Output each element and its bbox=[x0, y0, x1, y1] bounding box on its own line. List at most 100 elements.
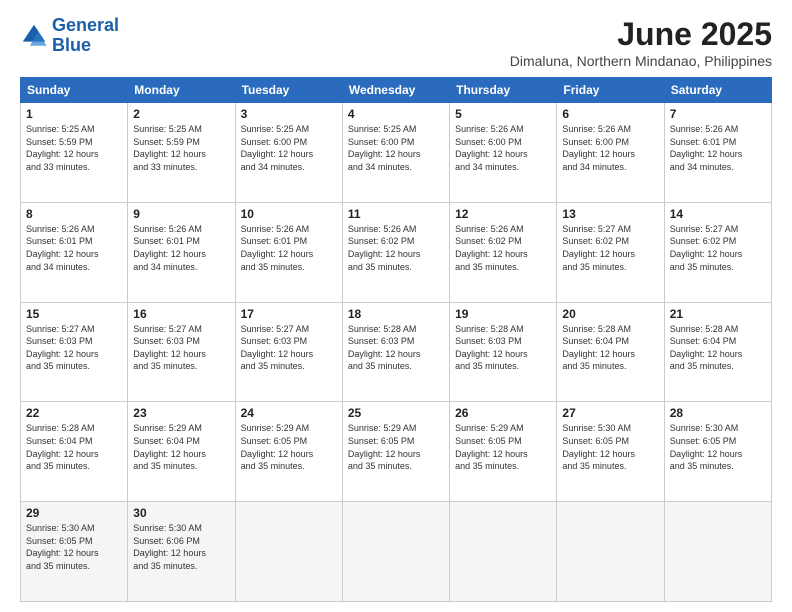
sunset-text: Sunset: 6:01 PM bbox=[26, 236, 93, 246]
calendar-title: June 2025 bbox=[510, 16, 772, 53]
sunrise-text: Sunrise: 5:29 AM bbox=[241, 423, 310, 433]
sunrise-text: Sunrise: 5:26 AM bbox=[241, 224, 310, 234]
day-detail: Sunrise: 5:27 AM Sunset: 6:03 PM Dayligh… bbox=[241, 323, 337, 373]
sunset-text: Sunset: 6:05 PM bbox=[670, 436, 737, 446]
sunrise-text: Sunrise: 5:28 AM bbox=[348, 324, 417, 334]
daylight-minutes: and 35 minutes. bbox=[670, 262, 734, 272]
sunrise-text: Sunrise: 5:26 AM bbox=[348, 224, 417, 234]
table-row: 25 Sunrise: 5:29 AM Sunset: 6:05 PM Dayl… bbox=[342, 402, 449, 502]
page: General Blue June 2025 Dimaluna, Norther… bbox=[0, 0, 792, 612]
table-row: 22 Sunrise: 5:28 AM Sunset: 6:04 PM Dayl… bbox=[21, 402, 128, 502]
day-number: 22 bbox=[26, 406, 122, 420]
daylight-text: Daylight: 12 hours bbox=[133, 548, 206, 558]
sunset-text: Sunset: 6:01 PM bbox=[670, 137, 737, 147]
daylight-text: Daylight: 12 hours bbox=[241, 149, 314, 159]
daylight-minutes: and 35 minutes. bbox=[670, 361, 734, 371]
day-number: 12 bbox=[455, 207, 551, 221]
sunset-text: Sunset: 6:02 PM bbox=[348, 236, 415, 246]
table-row: 3 Sunrise: 5:25 AM Sunset: 6:00 PM Dayli… bbox=[235, 103, 342, 203]
daylight-minutes: and 35 minutes. bbox=[455, 361, 519, 371]
day-number: 11 bbox=[348, 207, 444, 221]
sunset-text: Sunset: 6:05 PM bbox=[241, 436, 308, 446]
daylight-text: Daylight: 12 hours bbox=[26, 449, 99, 459]
day-number: 15 bbox=[26, 307, 122, 321]
day-number: 20 bbox=[562, 307, 658, 321]
daylight-text: Daylight: 12 hours bbox=[26, 249, 99, 259]
calendar-week-row: 22 Sunrise: 5:28 AM Sunset: 6:04 PM Dayl… bbox=[21, 402, 772, 502]
logo-icon bbox=[20, 22, 48, 50]
table-row: 21 Sunrise: 5:28 AM Sunset: 6:04 PM Dayl… bbox=[664, 302, 771, 402]
col-wednesday: Wednesday bbox=[342, 78, 449, 103]
day-number: 13 bbox=[562, 207, 658, 221]
sunset-text: Sunset: 5:59 PM bbox=[26, 137, 93, 147]
day-number: 24 bbox=[241, 406, 337, 420]
day-detail: Sunrise: 5:25 AM Sunset: 6:00 PM Dayligh… bbox=[241, 123, 337, 173]
table-row: 12 Sunrise: 5:26 AM Sunset: 6:02 PM Dayl… bbox=[450, 202, 557, 302]
day-number: 16 bbox=[133, 307, 229, 321]
daylight-text: Daylight: 12 hours bbox=[455, 249, 528, 259]
day-number: 1 bbox=[26, 107, 122, 121]
title-block: June 2025 Dimaluna, Northern Mindanao, P… bbox=[510, 16, 772, 69]
col-tuesday: Tuesday bbox=[235, 78, 342, 103]
daylight-text: Daylight: 12 hours bbox=[455, 149, 528, 159]
day-detail: Sunrise: 5:26 AM Sunset: 6:01 PM Dayligh… bbox=[241, 223, 337, 273]
sunset-text: Sunset: 6:02 PM bbox=[455, 236, 522, 246]
calendar-week-row: 8 Sunrise: 5:26 AM Sunset: 6:01 PM Dayli… bbox=[21, 202, 772, 302]
day-detail: Sunrise: 5:28 AM Sunset: 6:04 PM Dayligh… bbox=[562, 323, 658, 373]
daylight-minutes: and 35 minutes. bbox=[348, 262, 412, 272]
sunrise-text: Sunrise: 5:26 AM bbox=[133, 224, 202, 234]
col-monday: Monday bbox=[128, 78, 235, 103]
sunset-text: Sunset: 5:59 PM bbox=[133, 137, 200, 147]
daylight-minutes: and 35 minutes. bbox=[670, 461, 734, 471]
table-row: 23 Sunrise: 5:29 AM Sunset: 6:04 PM Dayl… bbox=[128, 402, 235, 502]
sunset-text: Sunset: 6:00 PM bbox=[241, 137, 308, 147]
daylight-minutes: and 34 minutes. bbox=[133, 262, 197, 272]
day-number: 4 bbox=[348, 107, 444, 121]
sunset-text: Sunset: 6:02 PM bbox=[562, 236, 629, 246]
daylight-text: Daylight: 12 hours bbox=[133, 149, 206, 159]
sunrise-text: Sunrise: 5:25 AM bbox=[241, 124, 310, 134]
day-number: 8 bbox=[26, 207, 122, 221]
day-number: 30 bbox=[133, 506, 229, 520]
sunrise-text: Sunrise: 5:27 AM bbox=[562, 224, 631, 234]
day-detail: Sunrise: 5:26 AM Sunset: 6:01 PM Dayligh… bbox=[26, 223, 122, 273]
daylight-minutes: and 35 minutes. bbox=[241, 461, 305, 471]
sunrise-text: Sunrise: 5:29 AM bbox=[133, 423, 202, 433]
day-detail: Sunrise: 5:29 AM Sunset: 6:05 PM Dayligh… bbox=[455, 422, 551, 472]
table-row: 29 Sunrise: 5:30 AM Sunset: 6:05 PM Dayl… bbox=[21, 502, 128, 602]
day-detail: Sunrise: 5:27 AM Sunset: 6:03 PM Dayligh… bbox=[133, 323, 229, 373]
sunset-text: Sunset: 6:03 PM bbox=[348, 336, 415, 346]
day-number: 3 bbox=[241, 107, 337, 121]
calendar-week-row: 29 Sunrise: 5:30 AM Sunset: 6:05 PM Dayl… bbox=[21, 502, 772, 602]
sunset-text: Sunset: 6:05 PM bbox=[26, 536, 93, 546]
daylight-text: Daylight: 12 hours bbox=[26, 349, 99, 359]
sunset-text: Sunset: 6:04 PM bbox=[562, 336, 629, 346]
day-detail: Sunrise: 5:25 AM Sunset: 5:59 PM Dayligh… bbox=[26, 123, 122, 173]
day-detail: Sunrise: 5:29 AM Sunset: 6:05 PM Dayligh… bbox=[241, 422, 337, 472]
day-number: 21 bbox=[670, 307, 766, 321]
sunrise-text: Sunrise: 5:30 AM bbox=[670, 423, 739, 433]
sunrise-text: Sunrise: 5:26 AM bbox=[26, 224, 95, 234]
daylight-minutes: and 35 minutes. bbox=[26, 561, 90, 571]
daylight-text: Daylight: 12 hours bbox=[670, 249, 743, 259]
table-row: 7 Sunrise: 5:26 AM Sunset: 6:01 PM Dayli… bbox=[664, 103, 771, 203]
daylight-minutes: and 34 minutes. bbox=[348, 162, 412, 172]
sunrise-text: Sunrise: 5:28 AM bbox=[562, 324, 631, 334]
day-detail: Sunrise: 5:27 AM Sunset: 6:02 PM Dayligh… bbox=[562, 223, 658, 273]
table-row: 9 Sunrise: 5:26 AM Sunset: 6:01 PM Dayli… bbox=[128, 202, 235, 302]
day-detail: Sunrise: 5:28 AM Sunset: 6:04 PM Dayligh… bbox=[26, 422, 122, 472]
day-number: 10 bbox=[241, 207, 337, 221]
daylight-minutes: and 35 minutes. bbox=[455, 461, 519, 471]
day-detail: Sunrise: 5:25 AM Sunset: 6:00 PM Dayligh… bbox=[348, 123, 444, 173]
sunrise-text: Sunrise: 5:29 AM bbox=[455, 423, 524, 433]
table-row: 10 Sunrise: 5:26 AM Sunset: 6:01 PM Dayl… bbox=[235, 202, 342, 302]
table-row: 15 Sunrise: 5:27 AM Sunset: 6:03 PM Dayl… bbox=[21, 302, 128, 402]
daylight-text: Daylight: 12 hours bbox=[455, 449, 528, 459]
day-number: 28 bbox=[670, 406, 766, 420]
table-row: 24 Sunrise: 5:29 AM Sunset: 6:05 PM Dayl… bbox=[235, 402, 342, 502]
table-row: 8 Sunrise: 5:26 AM Sunset: 6:01 PM Dayli… bbox=[21, 202, 128, 302]
day-number: 19 bbox=[455, 307, 551, 321]
sunset-text: Sunset: 6:04 PM bbox=[133, 436, 200, 446]
logo-text: General Blue bbox=[52, 16, 119, 56]
daylight-text: Daylight: 12 hours bbox=[241, 449, 314, 459]
